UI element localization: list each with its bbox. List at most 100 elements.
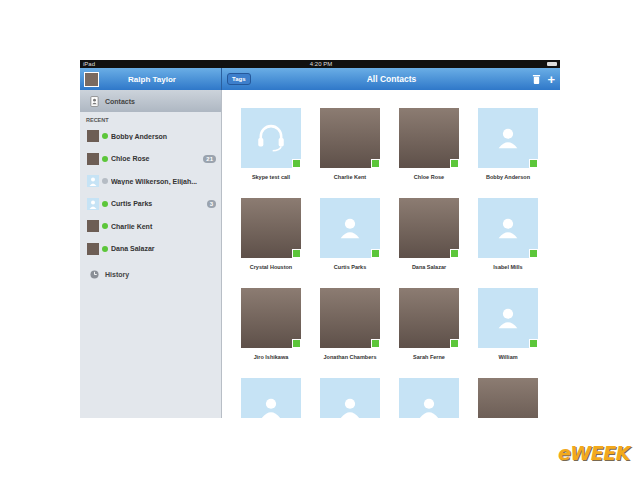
status-bar: iPad 4:20 PM: [80, 60, 560, 68]
recent-name: Charlie Kent: [111, 223, 216, 230]
online-icon: [371, 249, 380, 258]
contact-tile: [241, 288, 301, 348]
slide: iPad 4:20 PM Ralph Taylor Tags All Conta…: [0, 0, 640, 480]
person-icon: [491, 301, 525, 335]
online-icon: [529, 159, 538, 168]
online-icon: [292, 249, 301, 258]
tags-button[interactable]: Tags: [227, 73, 251, 85]
contact-card[interactable]: [320, 378, 380, 418]
history-label: History: [105, 271, 129, 278]
status-icon: [102, 133, 108, 139]
contact-name: Skype test call: [252, 174, 290, 180]
contact-card[interactable]: [478, 378, 538, 418]
trash-icon[interactable]: [532, 74, 541, 85]
user-avatar: [84, 72, 99, 87]
status-icon: [102, 156, 108, 162]
recent-name: Wayne Wilkerson, Elijah...: [111, 178, 216, 185]
online-icon: [450, 159, 459, 168]
contact-name: William: [498, 354, 517, 360]
footer: eWEEK: [80, 418, 640, 480]
contact-name: Dana Salazar: [412, 264, 446, 270]
online-icon: [292, 159, 301, 168]
avatar-photo: [87, 243, 99, 255]
recent-item[interactable]: Wayne Wilkerson, Elijah...: [80, 170, 221, 193]
contact-tile: [320, 108, 380, 168]
contact-name: Isabel Mills: [493, 264, 522, 270]
recent-item[interactable]: Chloe Rose 21: [80, 148, 221, 171]
contact-tile: [399, 288, 459, 348]
contact-card[interactable]: Isabel Mills: [478, 198, 538, 288]
recent-name: Dana Salazar: [111, 245, 216, 252]
contact-tile: [241, 378, 301, 418]
eweek-logo: eWEEK: [558, 442, 630, 464]
carrier-label: iPad: [83, 60, 95, 68]
user-name: Ralph Taylor: [105, 75, 217, 84]
header-actions: +: [532, 73, 555, 86]
contact-tile: [399, 108, 459, 168]
headset-icon: [254, 121, 288, 155]
contact-card[interactable]: Skype test call: [241, 108, 301, 198]
contact-card[interactable]: Sarah Ferne: [399, 288, 459, 378]
contact-card[interactable]: Crystal Houston: [241, 198, 301, 288]
battery-icon: [547, 62, 557, 66]
avatar-photo: [87, 153, 99, 165]
contact-tile: [320, 378, 380, 418]
person-icon: [87, 175, 99, 187]
page-title: All Contacts: [251, 74, 533, 84]
contact-tile: [320, 198, 380, 258]
contact-name: Jonathan Chambers: [324, 354, 377, 360]
contact-tile: [241, 108, 301, 168]
clock-icon: [90, 270, 99, 279]
person-icon: [333, 211, 367, 245]
contact-name: Chloe Rose: [414, 174, 444, 180]
contact-tile: [320, 288, 380, 348]
contact-card[interactable]: William: [478, 288, 538, 378]
contact-name: Jiro Ishikawa: [254, 354, 289, 360]
recent-item[interactable]: Dana Salazar: [80, 238, 221, 261]
contact-card[interactable]: Jonathan Chambers: [320, 288, 380, 378]
recent-item[interactable]: Bobby Anderson: [80, 125, 221, 148]
sidebar: Contacts RECENT Bobby Anderson Chloe Ros…: [80, 90, 222, 418]
contact-name: Charlie Kent: [334, 174, 366, 180]
online-icon: [450, 339, 459, 348]
history-item[interactable]: History: [80, 260, 221, 279]
avatar-photo: [87, 220, 99, 232]
contact-card[interactable]: Curtis Parks: [320, 198, 380, 288]
contact-name: Bobby Anderson: [486, 174, 530, 180]
unread-badge: 21: [203, 155, 216, 163]
person-icon: [491, 121, 525, 155]
online-icon: [529, 249, 538, 258]
contact-tile: [399, 378, 459, 418]
contact-card[interactable]: [241, 378, 301, 418]
status-icon: [102, 223, 108, 229]
person-icon: [491, 211, 525, 245]
contact-tile: [241, 198, 301, 258]
clock: 4:20 PM: [310, 60, 332, 68]
section-label: RECENT: [80, 112, 221, 125]
contacts-icon: [90, 96, 99, 107]
status-icon: [102, 246, 108, 252]
contact-card[interactable]: Chloe Rose: [399, 108, 459, 198]
ipad-screen: iPad 4:20 PM Ralph Taylor Tags All Conta…: [80, 60, 560, 418]
contact-card[interactable]: [399, 378, 459, 418]
contact-name: Sarah Ferne: [413, 354, 445, 360]
contact-card[interactable]: Jiro Ishikawa: [241, 288, 301, 378]
recent-name: Curtis Parks: [111, 200, 204, 207]
contact-name: Curtis Parks: [334, 264, 366, 270]
contact-grid: Skype test call Charlie Kent Chloe Rose …: [222, 90, 560, 418]
account-header[interactable]: Ralph Taylor: [80, 68, 222, 90]
contact-tile: [399, 198, 459, 258]
add-button[interactable]: +: [547, 73, 555, 86]
person-icon: [412, 391, 446, 418]
app-body: Contacts RECENT Bobby Anderson Chloe Ros…: [80, 90, 560, 418]
contact-card[interactable]: Dana Salazar: [399, 198, 459, 288]
person-icon: [333, 391, 367, 418]
contacts-header: Tags All Contacts +: [222, 68, 560, 90]
online-icon: [292, 339, 301, 348]
contact-card[interactable]: Charlie Kent: [320, 108, 380, 198]
online-icon: [450, 249, 459, 258]
recent-item[interactable]: Curtis Parks 3: [80, 193, 221, 216]
contact-card[interactable]: Bobby Anderson: [478, 108, 538, 198]
recent-item[interactable]: Charlie Kent: [80, 215, 221, 238]
contacts-item[interactable]: Contacts: [80, 90, 221, 112]
